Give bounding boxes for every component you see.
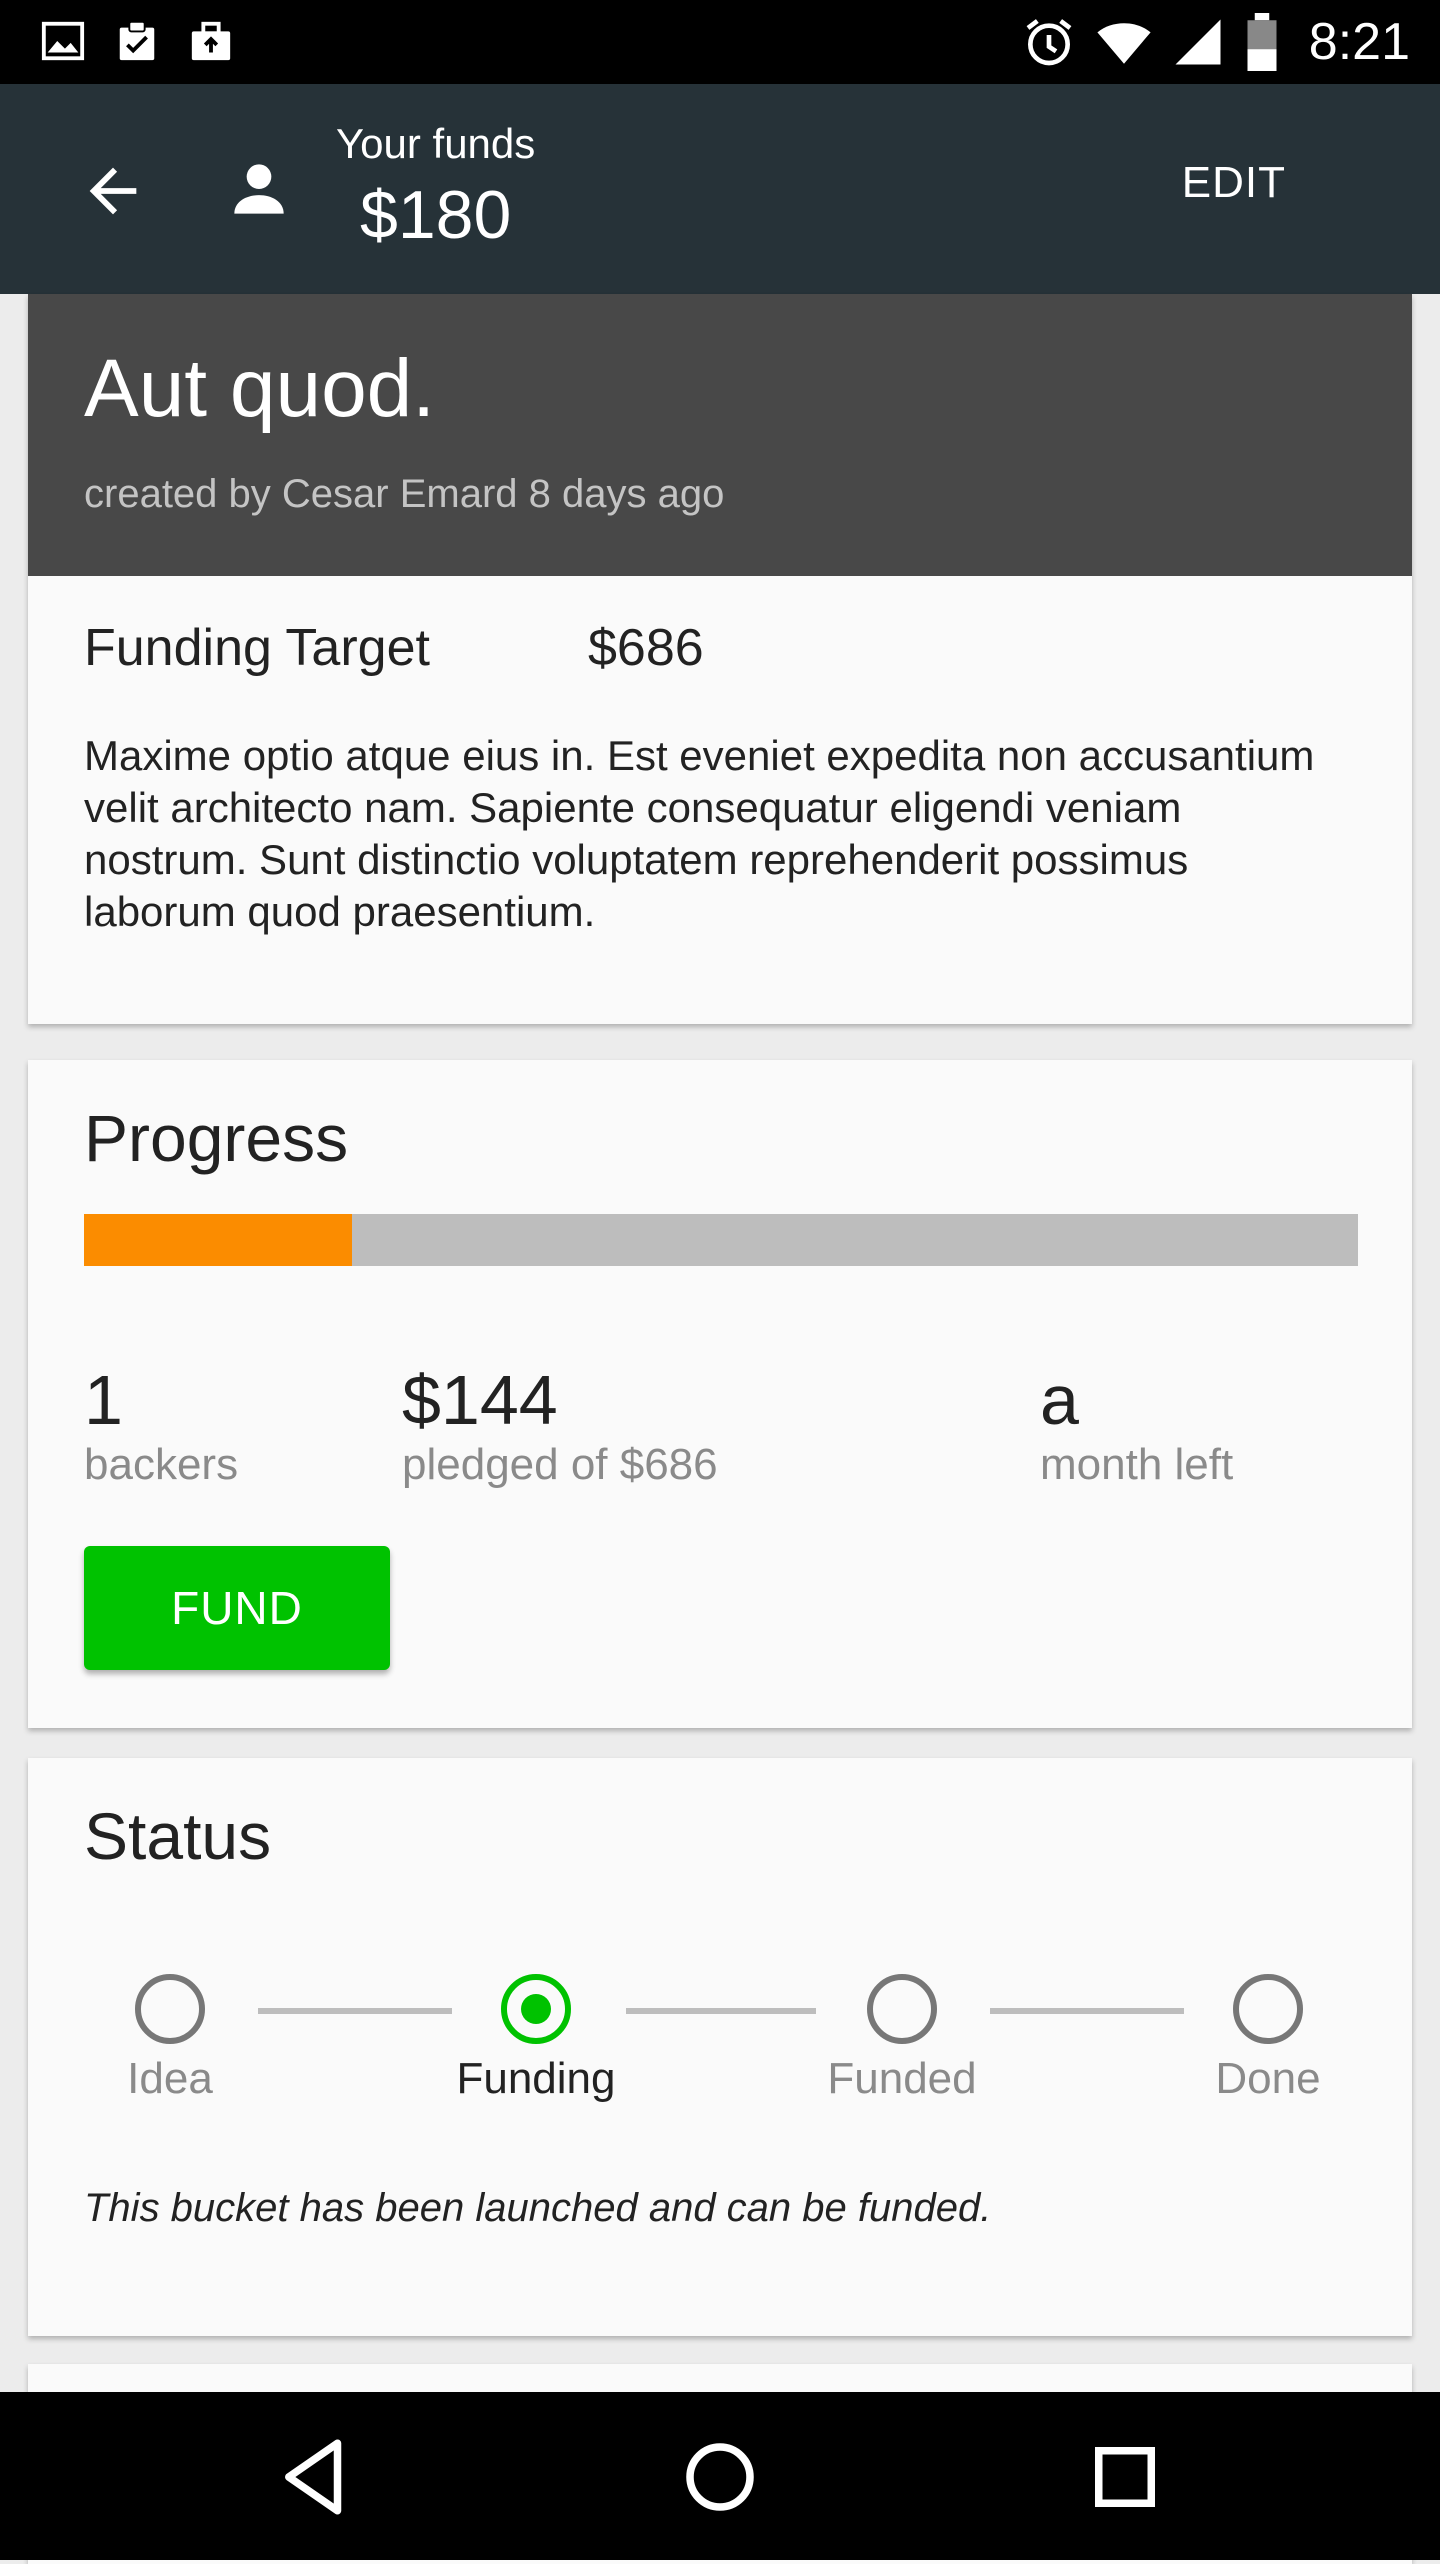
briefcase-upload-icon (191, 21, 231, 61)
pledged-value: $144 (402, 1361, 558, 1439)
step-idea: Idea (60, 1974, 280, 2104)
navigation-bar (0, 2392, 1440, 2560)
step-label: Done (1215, 2054, 1321, 2103)
arrow-back-icon[interactable] (78, 156, 148, 226)
pledged-stat: $144 pledged of $686 (402, 1360, 718, 1490)
progress-card: Progress 1 backers $144 pledged of $686 … (28, 1060, 1412, 1728)
signal-icon (1175, 19, 1221, 65)
clock-time: 8:21 (1308, 13, 1410, 71)
status-bar: 8:21 (0, 0, 1440, 84)
time-left-value: a (1040, 1361, 1079, 1439)
step-connector (626, 2008, 816, 2014)
nav-recent-icon[interactable] (1080, 2432, 1170, 2522)
backers-stat: 1 backers (84, 1360, 238, 1490)
bucket-info-card: Aut quod. created by Cesar Emard 8 days … (28, 294, 1412, 1024)
step-indicator-icon (1233, 1974, 1303, 2044)
pledged-label: pledged of $686 (402, 1440, 718, 1489)
fund-button[interactable]: FUND (84, 1546, 390, 1670)
backers-label: backers (84, 1440, 239, 1489)
battery-icon (1247, 13, 1277, 71)
clipboard-check-icon (119, 20, 155, 61)
time-left-stat: a month left (1040, 1360, 1233, 1490)
step-connector (258, 2008, 452, 2014)
person-icon (234, 164, 284, 214)
nav-back-icon[interactable] (270, 2432, 360, 2522)
time-left-label: month left (1040, 1440, 1234, 1489)
notification-icons (40, 18, 234, 64)
app-bar: Your funds $180 EDIT (0, 84, 1440, 294)
nav-home-icon[interactable] (675, 2432, 765, 2522)
funding-target-value: $686 (588, 619, 704, 677)
bucket-title: Aut quod. (84, 343, 436, 434)
step-done: Done (1158, 1974, 1378, 2104)
funding-target-label: Funding Target (84, 619, 430, 677)
step-indicator-icon (501, 1974, 571, 2044)
step-connector (990, 2008, 1184, 2014)
step-indicator-icon (135, 1974, 205, 2044)
system-icons: 8:21 (1021, 10, 1410, 74)
status-title: Status (84, 1799, 272, 1873)
step-funded: Funded (792, 1974, 1012, 2104)
progress-title: Progress (84, 1101, 349, 1175)
status-note: This bucket has been launched and can be… (84, 2186, 992, 2230)
edit-button[interactable]: EDIT (1182, 158, 1286, 208)
step-label: Funding (456, 2054, 616, 2103)
bucket-header: Aut quod. created by Cesar Emard 8 days … (28, 294, 1412, 576)
step-label: Idea (127, 2054, 213, 2103)
funds-value: $180 (360, 177, 512, 253)
backers-count: 1 (84, 1361, 123, 1439)
wifi-icon (1097, 23, 1151, 64)
step-label: Funded (827, 2054, 977, 2103)
bucket-subtitle: created by Cesar Emard 8 days ago (84, 472, 725, 516)
image-icon (41, 21, 85, 61)
funds-label: Your funds (336, 120, 536, 167)
step-funding: Funding (426, 1974, 646, 2104)
step-indicator-icon (867, 1974, 937, 2044)
bucket-description: Maxime optio atque eius in. Est eveniet … (84, 732, 1315, 935)
alarm-icon (1026, 19, 1072, 66)
progress-bar-fill (84, 1214, 352, 1266)
progress-bar (84, 1214, 1358, 1266)
status-card: Status Idea Funding Funded Done This buc… (28, 1758, 1412, 2336)
